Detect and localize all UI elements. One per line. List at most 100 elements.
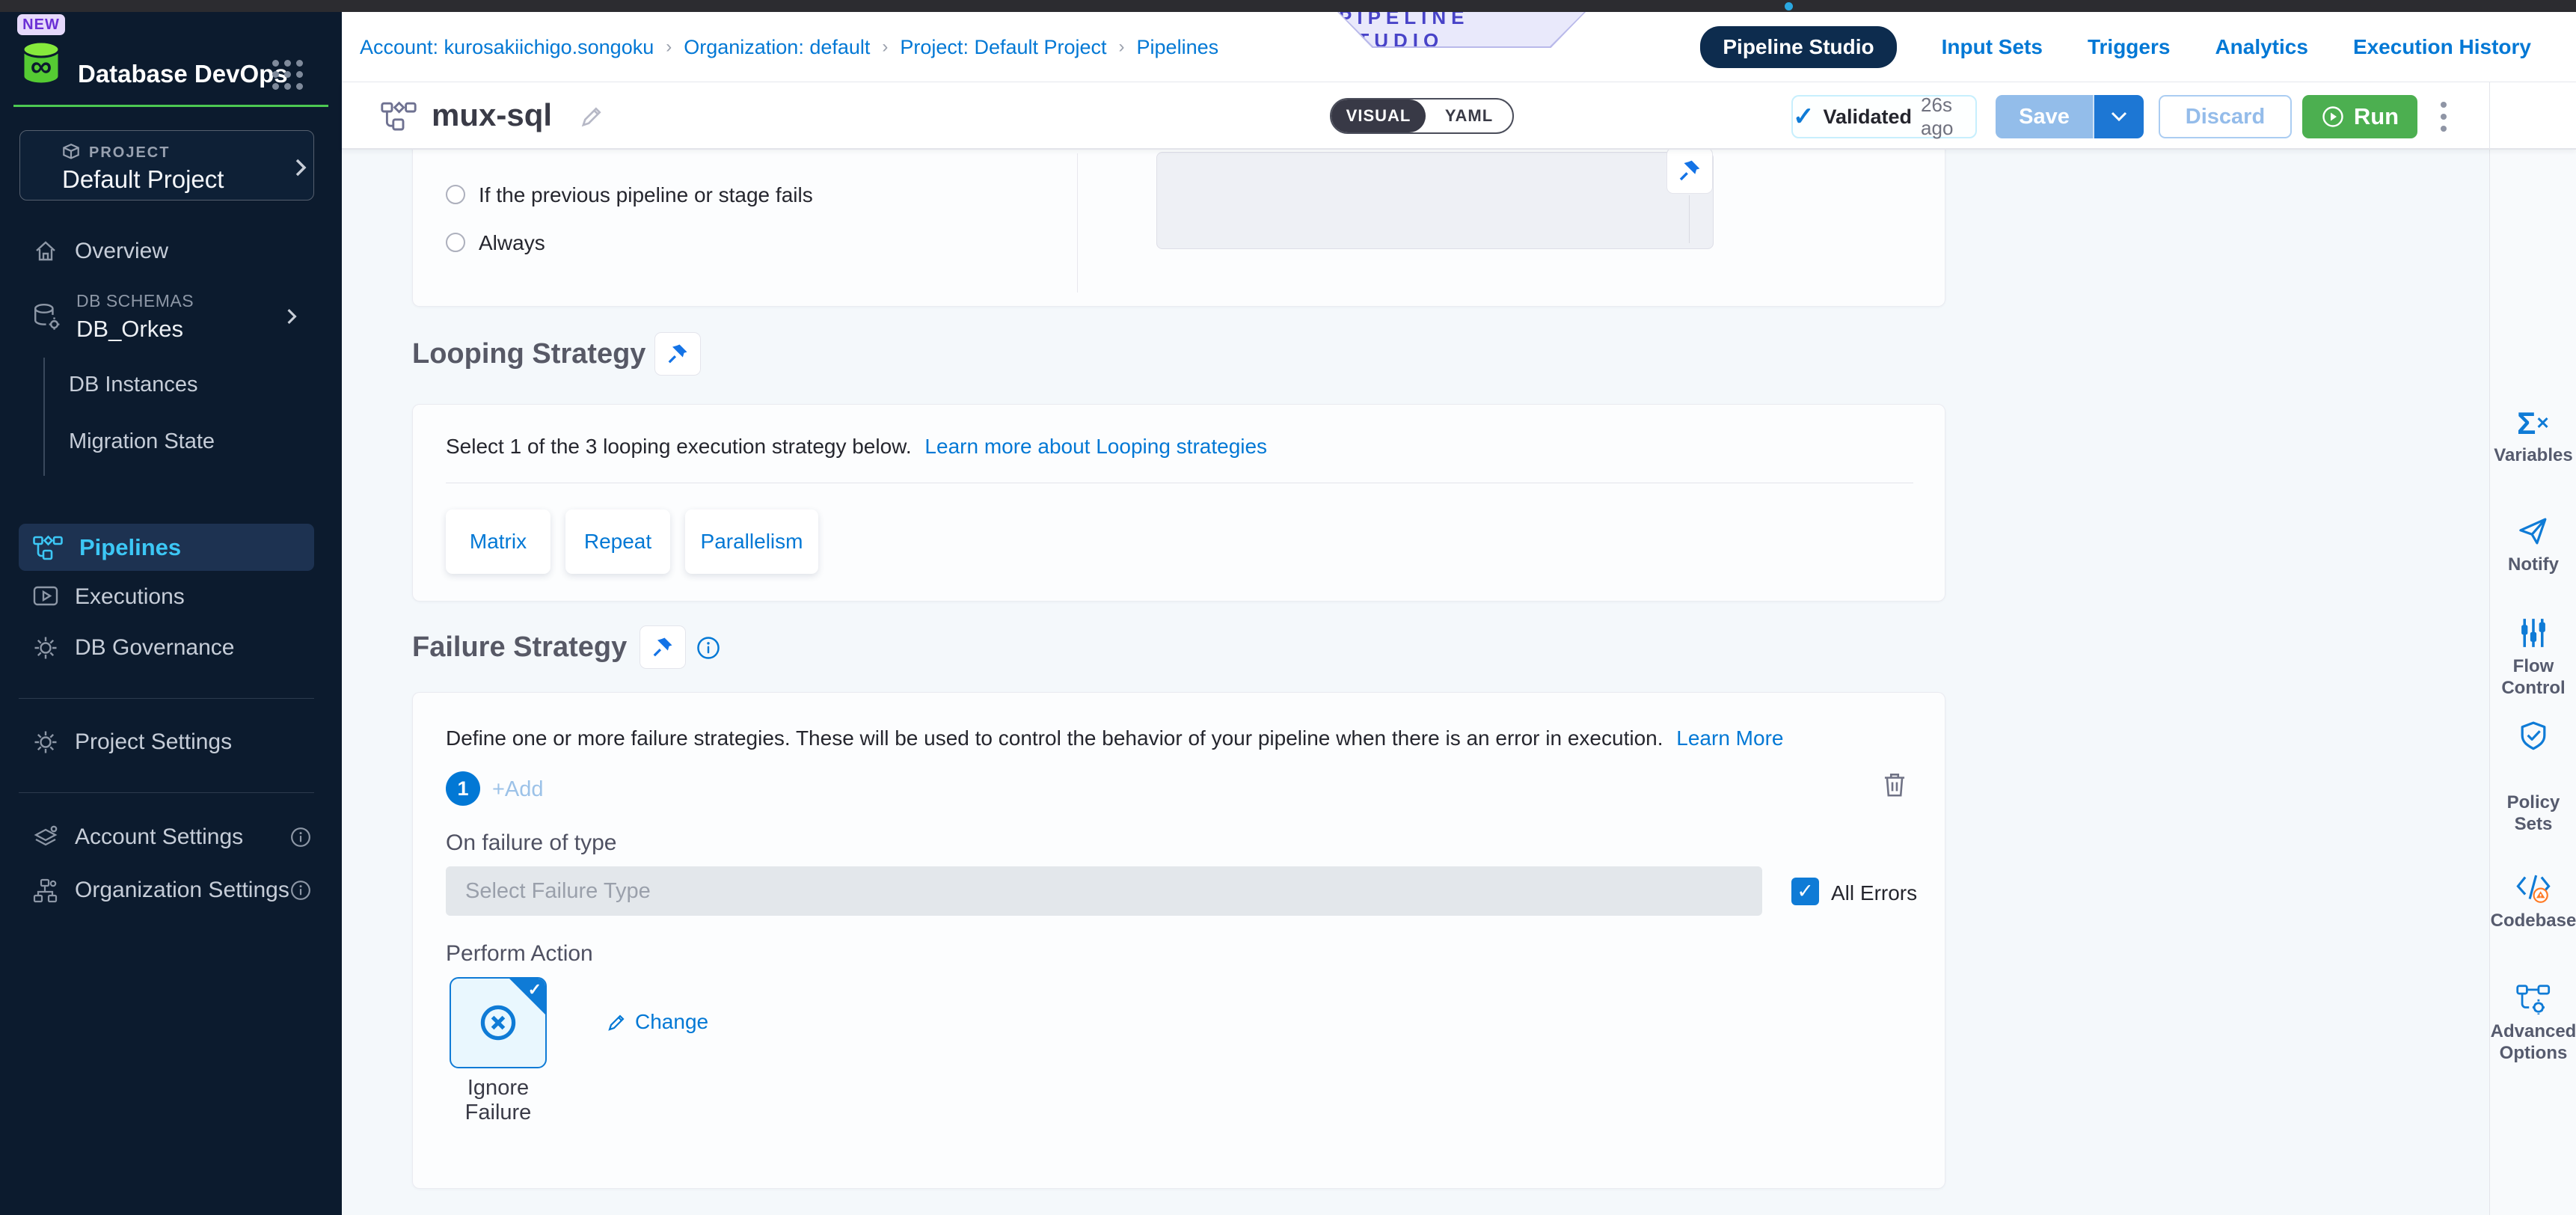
notify-icon xyxy=(2490,515,2576,548)
edit-pencil-icon[interactable] xyxy=(580,103,605,129)
failure-description-text: Define one or more failure strategies. T… xyxy=(446,726,1663,750)
pipeline-name: mux-sql xyxy=(432,82,552,148)
save-dropdown-button[interactable] xyxy=(2094,95,2144,138)
sidebar-item-db-schemas[interactable]: DB SCHEMAS DB_Orkes xyxy=(0,288,342,345)
radio-always[interactable] xyxy=(446,233,465,252)
parallelism-button[interactable]: Parallelism xyxy=(685,509,818,574)
breadcrumb-separator: › xyxy=(1119,37,1125,58)
tool-label: Notify xyxy=(2490,554,2576,575)
pin-button[interactable] xyxy=(654,332,701,376)
info-icon[interactable] xyxy=(290,880,311,901)
breadcrumb-project[interactable]: Project: Default Project xyxy=(900,36,1106,59)
all-errors-checkbox[interactable]: ✓ xyxy=(1791,878,1819,905)
pin-button[interactable] xyxy=(640,625,686,669)
sidebar-item-executions[interactable]: Executions xyxy=(0,578,342,616)
org-gear-icon xyxy=(33,878,58,903)
matrix-button[interactable]: Matrix xyxy=(446,509,551,574)
breadcrumb-pipelines[interactable]: Pipelines xyxy=(1137,36,1219,59)
sidebar-item-pipelines[interactable]: Pipelines xyxy=(19,524,314,571)
sidebar-item-label: Project Settings xyxy=(75,729,232,755)
tool-codebase[interactable]: Codebase xyxy=(2490,872,2576,931)
sidebar-item-overview[interactable]: Overview xyxy=(0,233,342,270)
breadcrumb-separator: › xyxy=(666,37,672,58)
trash-icon[interactable] xyxy=(1882,771,1907,799)
sidebar-item-migration-state[interactable]: Migration State xyxy=(69,429,215,454)
favicon-dot xyxy=(1785,2,1793,10)
card-column-divider xyxy=(1077,153,1078,293)
on-failure-label: On failure of type xyxy=(446,830,616,856)
module-grid-icon[interactable] xyxy=(272,60,304,90)
discard-button[interactable]: Discard xyxy=(2159,95,2292,138)
tool-flow-control[interactable]: Flow Control xyxy=(2490,616,2576,699)
db-schemas-label: DB SCHEMAS xyxy=(76,291,194,311)
variables-icon: Σ✕ xyxy=(2490,408,2576,438)
toolbar-right-divider xyxy=(2489,82,2490,150)
layers-gear-icon xyxy=(33,824,58,850)
failure-learn-more-link[interactable]: Learn More xyxy=(1676,726,1783,750)
studio-tabs: Pipeline Studio Input Sets Triggers Anal… xyxy=(1700,12,2531,82)
play-icon xyxy=(2321,105,2345,129)
strategy-index-badge[interactable]: 1 xyxy=(446,771,480,806)
add-strategy-button[interactable]: +Add xyxy=(492,777,544,802)
sidebar-item-db-instances[interactable]: DB Instances xyxy=(69,373,197,397)
check-icon: ✓ xyxy=(1793,102,1815,132)
radio-previous-fails[interactable] xyxy=(446,185,465,204)
sidebar-item-label: Pipelines xyxy=(79,534,181,561)
brand-accent-line xyxy=(13,105,328,107)
sidebar-item-label: Account Settings xyxy=(75,824,243,850)
visual-yaml-toggle[interactable]: VISUAL YAML xyxy=(1330,98,1514,134)
tool-policy-sets[interactable]: Policy Sets xyxy=(2490,720,2576,835)
sidebar-item-account-settings[interactable]: Account Settings xyxy=(0,818,342,856)
validated-badge[interactable]: ✓ Validated 26s ago xyxy=(1791,95,1977,138)
tab-analytics[interactable]: Analytics xyxy=(2215,35,2308,59)
new-badge: NEW xyxy=(17,14,65,35)
tab-execution-history[interactable]: Execution History xyxy=(2353,35,2531,59)
tool-variables[interactable]: Σ✕ Variables xyxy=(2490,408,2576,466)
left-sidebar: NEW ∞ Database DevOps PROJECT Default Pr… xyxy=(0,12,342,1215)
tool-label: Variables xyxy=(2490,444,2576,466)
ignore-failure-action-card[interactable]: ✓ xyxy=(450,977,547,1068)
failure-strategy-card: Define one or more failure strategies. T… xyxy=(412,692,1945,1189)
pipeline-studio-ribbon-label: PIPELINE STUDIO xyxy=(1339,12,1584,46)
sidebar-item-db-governance[interactable]: DB Governance xyxy=(0,629,342,667)
info-icon[interactable] xyxy=(290,827,311,848)
tool-advanced-options[interactable]: Advanced Options xyxy=(2490,983,2576,1064)
sidebar-item-organization-settings[interactable]: Organization Settings xyxy=(0,872,342,909)
change-action-link[interactable]: Change xyxy=(607,1010,708,1034)
home-icon xyxy=(33,239,58,264)
toggle-visual[interactable]: VISUAL xyxy=(1331,100,1426,132)
save-button[interactable]: Save xyxy=(1996,95,2094,138)
sidebar-item-label: DB Governance xyxy=(75,635,234,661)
executions-icon xyxy=(33,586,58,608)
breadcrumb: Account: kurosakiichigo.songoku › Organi… xyxy=(360,12,1218,82)
info-icon[interactable] xyxy=(696,636,720,660)
condition-input-panel[interactable] xyxy=(1156,152,1714,249)
product-title: Database DevOps xyxy=(78,51,288,97)
looping-description: Select 1 of the 3 looping execution stra… xyxy=(446,435,1267,459)
sidebar-item-label: Organization Settings xyxy=(75,878,289,903)
run-button[interactable]: Run xyxy=(2302,95,2417,138)
looping-learn-more-link[interactable]: Learn more about Looping strategies xyxy=(924,435,1267,458)
advanced-options-icon xyxy=(2490,983,2576,1014)
tool-notify[interactable]: Notify xyxy=(2490,515,2576,575)
chevron-right-icon xyxy=(286,307,298,325)
breadcrumb-organization[interactable]: Organization: default xyxy=(684,36,870,59)
tab-triggers[interactable]: Triggers xyxy=(2088,35,2170,59)
project-selector[interactable]: PROJECT Default Project xyxy=(19,130,314,201)
pin-button[interactable] xyxy=(1666,147,1713,194)
chevron-right-icon xyxy=(294,158,307,177)
sidebar-item-project-settings[interactable]: Project Settings xyxy=(0,723,342,761)
repeat-button[interactable]: Repeat xyxy=(565,509,670,574)
gear-icon xyxy=(33,729,58,755)
more-options-kebab[interactable] xyxy=(2429,96,2459,138)
toggle-yaml[interactable]: YAML xyxy=(1426,100,1512,132)
tab-input-sets[interactable]: Input Sets xyxy=(1942,35,2043,59)
ignore-failure-label-line1: Ignore xyxy=(450,1076,547,1101)
breadcrumb-account[interactable]: Account: kurosakiichigo.songoku xyxy=(360,36,654,59)
radio-previous-fails-label: If the previous pipeline or stage fails xyxy=(479,183,813,207)
db-schemas-name: DB_Orkes xyxy=(76,316,194,343)
tab-pipeline-studio[interactable]: Pipeline Studio xyxy=(1700,26,1896,68)
failure-type-select[interactable]: Select Failure Type xyxy=(446,866,1762,916)
failure-strategy-title: Failure Strategy xyxy=(412,631,627,664)
pipeline-icon xyxy=(33,535,63,560)
